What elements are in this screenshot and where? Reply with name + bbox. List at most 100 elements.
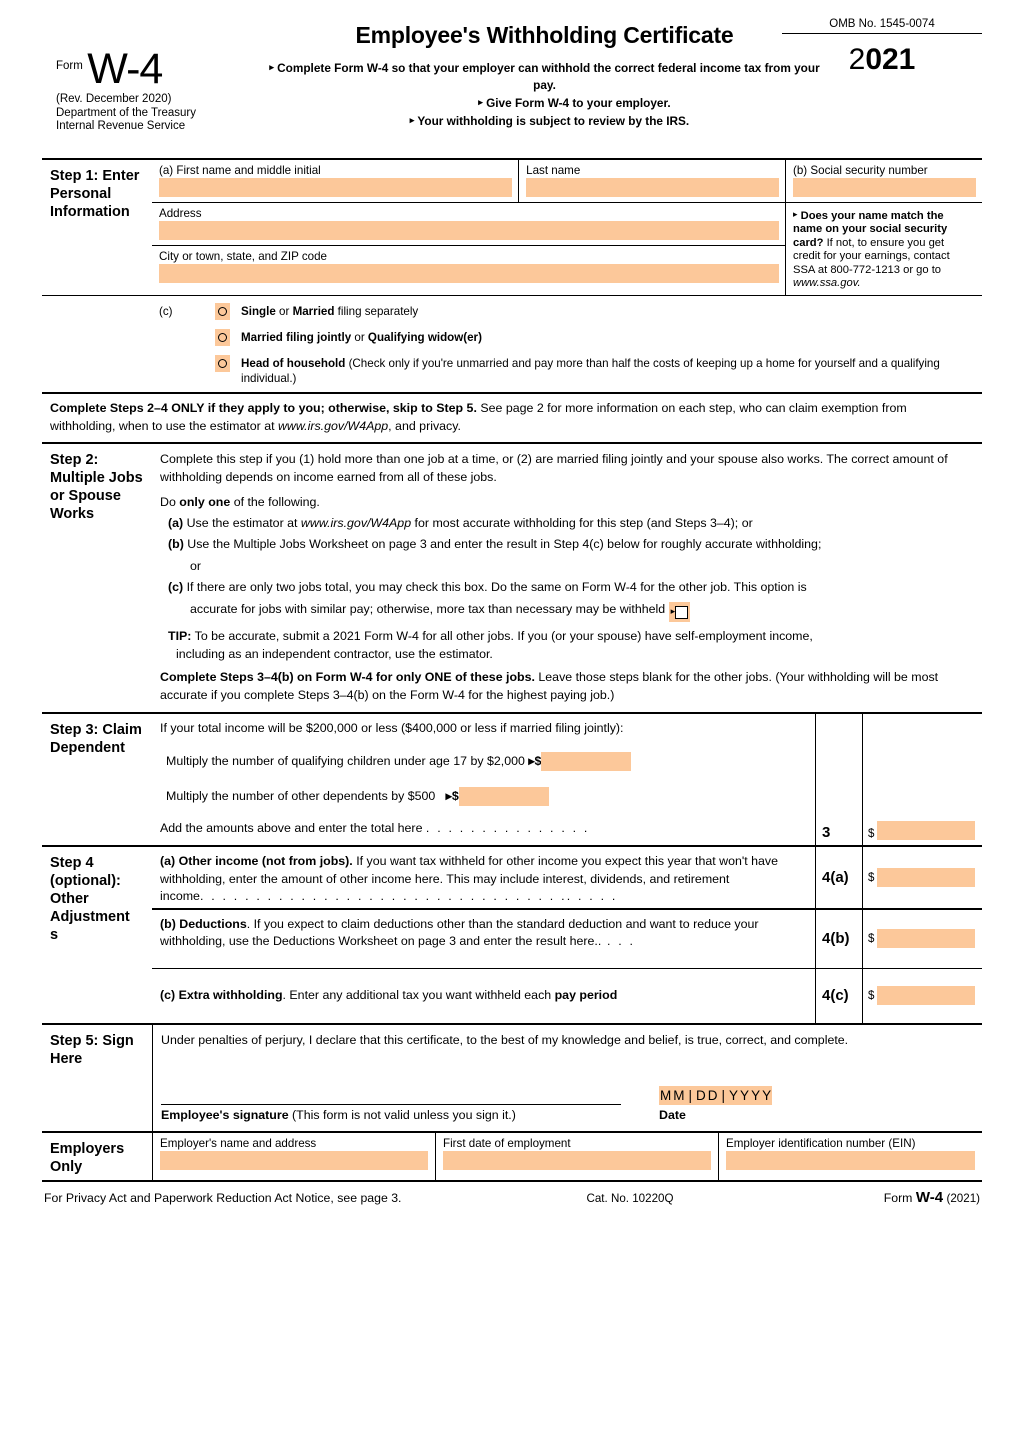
step-4c-body: . Enter any additional tax you want with… [282, 988, 555, 1003]
date-char-cell[interactable]: M [672, 1085, 686, 1106]
step-4a-text: (a) Other income (not from jobs). If you… [152, 847, 815, 908]
signature-caption: Employee's signature (This form is not v… [161, 1107, 641, 1125]
form-number-title: W-4 [87, 45, 163, 93]
step-4a-row: (a) Other income (not from jobs). If you… [152, 847, 982, 908]
step-4c-input[interactable] [877, 986, 975, 1006]
date-char-cell[interactable]: M [659, 1085, 673, 1106]
complete-steps-notice: Complete Steps 2–4 ONLY if they apply to… [42, 392, 982, 442]
step-3-total-input[interactable] [877, 821, 975, 841]
w4app-link[interactable]: www.irs.gov/W4App [278, 419, 388, 433]
dollar-sign: $ [868, 871, 875, 884]
option-a-marker: (a) [168, 515, 184, 530]
w4app-link[interactable]: www.irs.gov/W4App [301, 516, 411, 530]
step-4c-row: (c) Extra withholding. Enter any additio… [152, 967, 982, 1023]
catalog-number: Cat. No. 10220Q [586, 1191, 674, 1205]
last-name-input[interactable] [526, 178, 780, 197]
footer-form-word: Form [883, 1190, 913, 1205]
date-column: M M | D D | Y Y Y Y Date [641, 1085, 974, 1125]
date-input[interactable]: M M | D D | Y Y Y Y [659, 1085, 974, 1106]
leader-dots: . . . . . . . . . . . . . . . [425, 820, 590, 835]
header-instruction-2-text: Give Form W-4 to your employer. [486, 96, 671, 110]
step-3-children-line: Multiply the number of qualifying childr… [160, 751, 807, 771]
step-3-label: Step 3: Claim Dependent [50, 722, 142, 757]
do-only-pre: Do [160, 495, 180, 510]
header-left-block: Form W-4 (Rev. December 2020) Department… [56, 48, 266, 134]
step-2-intro: Complete this step if you (1) hold more … [160, 452, 948, 484]
two-jobs-checkbox-wrap[interactable]: ▸ [668, 601, 691, 623]
filing-status-spacer [42, 296, 152, 392]
step-4c-bold: (c) Extra withholding [160, 988, 283, 1003]
option-married-bold2: Qualifying widow(er) [367, 331, 482, 345]
other-dependents-amount-input[interactable] [458, 786, 549, 806]
signature-caption-rest: (This form is not valid unless you sign … [288, 1108, 516, 1123]
name-row: (a) First name and middle initial Last n… [152, 160, 785, 202]
date-char-cell[interactable]: Y [728, 1085, 740, 1106]
step-2-closing: Complete Steps 3–4(b) on Form W-4 for on… [160, 669, 974, 704]
step-1-right-column: (b) Social security number ▸ Does your n… [785, 160, 982, 296]
first-name-input[interactable] [159, 178, 513, 197]
triangle-arrow-icon: ▸ [269, 62, 274, 72]
ssn-input[interactable] [793, 178, 976, 197]
option-c-marker: (c) [168, 580, 184, 595]
step-1-section: Step 1: Enter Personal Information (a) F… [42, 160, 982, 296]
ssa-website-link[interactable]: www.ssa.gov. [793, 277, 861, 289]
step-5-label: Step 5: Sign Here [50, 1032, 134, 1067]
header-instruction-2: ▸ Give Form W-4 to your employer. [267, 94, 822, 112]
step-1-body: (a) First name and middle initial Last n… [152, 160, 982, 296]
date-char-cell[interactable]: D [695, 1085, 707, 1106]
triangle-arrow-icon: ▸ [478, 97, 483, 107]
first-date-employment-input[interactable] [443, 1150, 711, 1170]
header-instruction-1: ▸ Complete Form W-4 so that your employe… [267, 59, 822, 94]
ein-input[interactable] [726, 1150, 975, 1170]
two-jobs-checkbox[interactable] [675, 606, 689, 620]
date-char-cell[interactable]: Y [750, 1085, 762, 1106]
date-char-cell[interactable]: D [706, 1085, 719, 1106]
employers-only-section: Employers Only Employer's name and addre… [42, 1130, 982, 1180]
ein-label: Employer identification number (EIN) [726, 1136, 916, 1150]
city-state-zip-input[interactable] [159, 264, 779, 283]
irs-label: Internal Revenue Service [56, 120, 186, 132]
filing-status-option-married-jointly[interactable]: Married filing jointly or Qualifying wid… [215, 329, 974, 347]
filing-status-option-single[interactable]: Single or Married filing separately [215, 303, 974, 321]
filing-status-section: (c) Single or Married filing separately … [42, 295, 982, 392]
header-instruction-3-text: Your withholding is subject to review by… [417, 114, 690, 128]
signature-input[interactable] [161, 1082, 621, 1106]
employer-name-address-label: Employer's name and address [160, 1136, 317, 1150]
date-char-cell[interactable]: Y [739, 1085, 751, 1106]
qualifying-children-amount-input[interactable] [541, 751, 632, 771]
first-date-employment-label: First date of employment [443, 1136, 571, 1150]
ssn-cell: (b) Social security number [786, 160, 982, 202]
step-3-total-line: Add the amounts above and enter the tota… [160, 820, 807, 838]
header-instruction-3: ▸ Your withholding is subject to review … [267, 112, 822, 130]
option-single-bold2: Married [292, 305, 335, 319]
city-label: City or town, state, and ZIP code [159, 250, 327, 263]
step-4c-number: 4(c) [815, 968, 862, 1023]
date-label: Date [659, 1108, 686, 1123]
step-4-section-a: Step 4 (optional): Other Adjustment s (a… [42, 845, 982, 1023]
signature-row: Employee's signature (This form is not v… [161, 1082, 974, 1125]
step-2-option-a: (a) Use the estimator at www.irs.gov/W4A… [160, 515, 974, 533]
step-5-body: Under penalties of perjury, I declare th… [152, 1024, 982, 1131]
filing-status-body: (c) Single or Married filing separately … [152, 296, 982, 392]
option-hoh-rest: (Check only if you're unmarried and pay … [241, 357, 940, 386]
step-2-option-b: (b) Use the Multiple Jobs Worksheet on p… [160, 536, 974, 554]
leader-dots: . . . . . . . . . . . . . . . . . . . . … [199, 889, 618, 904]
address-input[interactable] [159, 221, 779, 240]
step-5-section: Step 5: Sign Here Under penalties of per… [42, 1022, 982, 1131]
step-1-label: Step 1: Enter Personal Information [50, 168, 140, 220]
step-2-option-b-cont: or [190, 558, 202, 573]
step-3-other-dependents-line: Multiply the number of other dependents … [160, 786, 807, 806]
step-4b-input[interactable] [877, 929, 975, 949]
signature-column: Employee's signature (This form is not v… [161, 1082, 641, 1125]
filing-status-option-head-of-household[interactable]: Head of household (Check only if you're … [215, 355, 974, 386]
tax-year-suffix: 021 [865, 43, 916, 76]
date-char-cell[interactable]: Y [761, 1085, 773, 1106]
step-4-label-line3: Other [50, 891, 89, 908]
first-name-cell: (a) First name and middle initial [152, 160, 520, 202]
notice-text-2: , and privacy. [388, 418, 461, 433]
employer-name-address-input[interactable] [160, 1150, 428, 1170]
step-4a-input[interactable] [877, 868, 975, 888]
step-4a-number: 4(a) [815, 847, 862, 908]
tip-text-2: including as an independent contractor, … [176, 646, 493, 661]
ssn-note: ▸ Does your name match the name on your … [786, 202, 982, 295]
